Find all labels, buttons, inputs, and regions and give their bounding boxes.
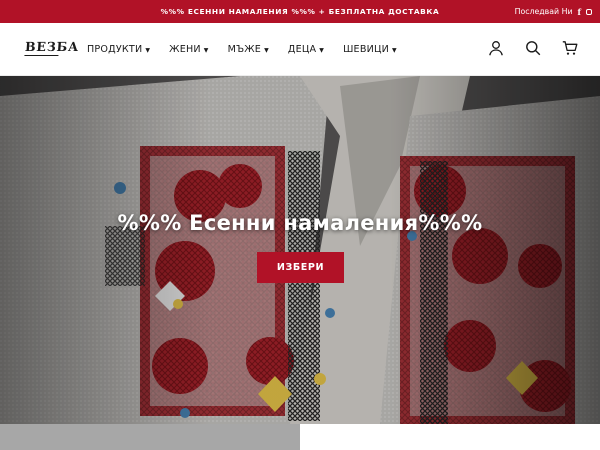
caret-down-icon: ▼: [145, 46, 151, 54]
caret-down-icon: ▼: [392, 46, 397, 54]
nav-item-products[interactable]: ПРОДУКТИ ▼: [87, 44, 150, 55]
nav-label: МЪЖЕ: [227, 44, 262, 55]
hero-banner: %%% Есенни намаления%%% ИЗБЕРИ: [0, 76, 600, 424]
nav-item-kids[interactable]: ДЕЦА ▼: [288, 44, 324, 55]
instagram-icon[interactable]: [586, 8, 592, 15]
social-links: Последвай Ни f: [515, 0, 592, 23]
caret-down-icon: ▼: [203, 46, 209, 54]
shop-now-button[interactable]: ИЗБЕРИ: [257, 252, 344, 283]
caret-down-icon: ▼: [264, 46, 269, 54]
nav-item-men[interactable]: МЪЖЕ ▼: [228, 44, 269, 55]
nav-label: ШЕВИЦИ: [343, 44, 389, 55]
site-header: ВЕЗБА ПРОДУКТИ ▼ ЖЕНИ ▼ МЪЖЕ ▼ ДЕЦА ▼ ШЕ…: [0, 23, 600, 76]
nav-label: ПРОДУКТИ: [87, 44, 143, 55]
nav-label: ЖЕНИ: [169, 44, 201, 55]
collection-tile-left[interactable]: [0, 424, 300, 450]
collection-tile-right[interactable]: [300, 424, 600, 450]
facebook-icon[interactable]: f: [578, 7, 581, 17]
logo-underline: [24, 55, 59, 56]
logo-text: ВЕЗБА: [24, 39, 80, 54]
main-nav: ПРОДУКТИ ▼ ЖЕНИ ▼ МЪЖЕ ▼ ДЕЦА ▼ ШЕВИЦИ ▼: [87, 23, 416, 76]
caret-down-icon: ▼: [319, 46, 325, 54]
logo[interactable]: ВЕЗБА: [24, 39, 80, 56]
announcement-text: %%% ЕСЕННИ НАМАЛЕНИЯ %%% + БЕЗПЛАТНА ДОС…: [160, 7, 440, 16]
hero-embroidery-image: [0, 76, 600, 424]
nav-item-embroidery[interactable]: ШЕВИЦИ ▼: [343, 44, 397, 55]
header-icons: [488, 40, 578, 56]
announcement-bar: %%% ЕСЕННИ НАМАЛЕНИЯ %%% + БЕЗПЛАТНА ДОС…: [0, 0, 600, 23]
nav-item-women[interactable]: ЖЕНИ ▼: [169, 44, 208, 55]
account-icon[interactable]: [488, 40, 504, 56]
follow-us-label: Последвай Ни: [514, 7, 573, 16]
nav-label: ДЕЦА: [287, 44, 317, 55]
cart-icon[interactable]: [562, 40, 578, 56]
hero-title: %%% Есенни намаления%%%: [117, 211, 483, 235]
search-icon[interactable]: [525, 40, 541, 56]
